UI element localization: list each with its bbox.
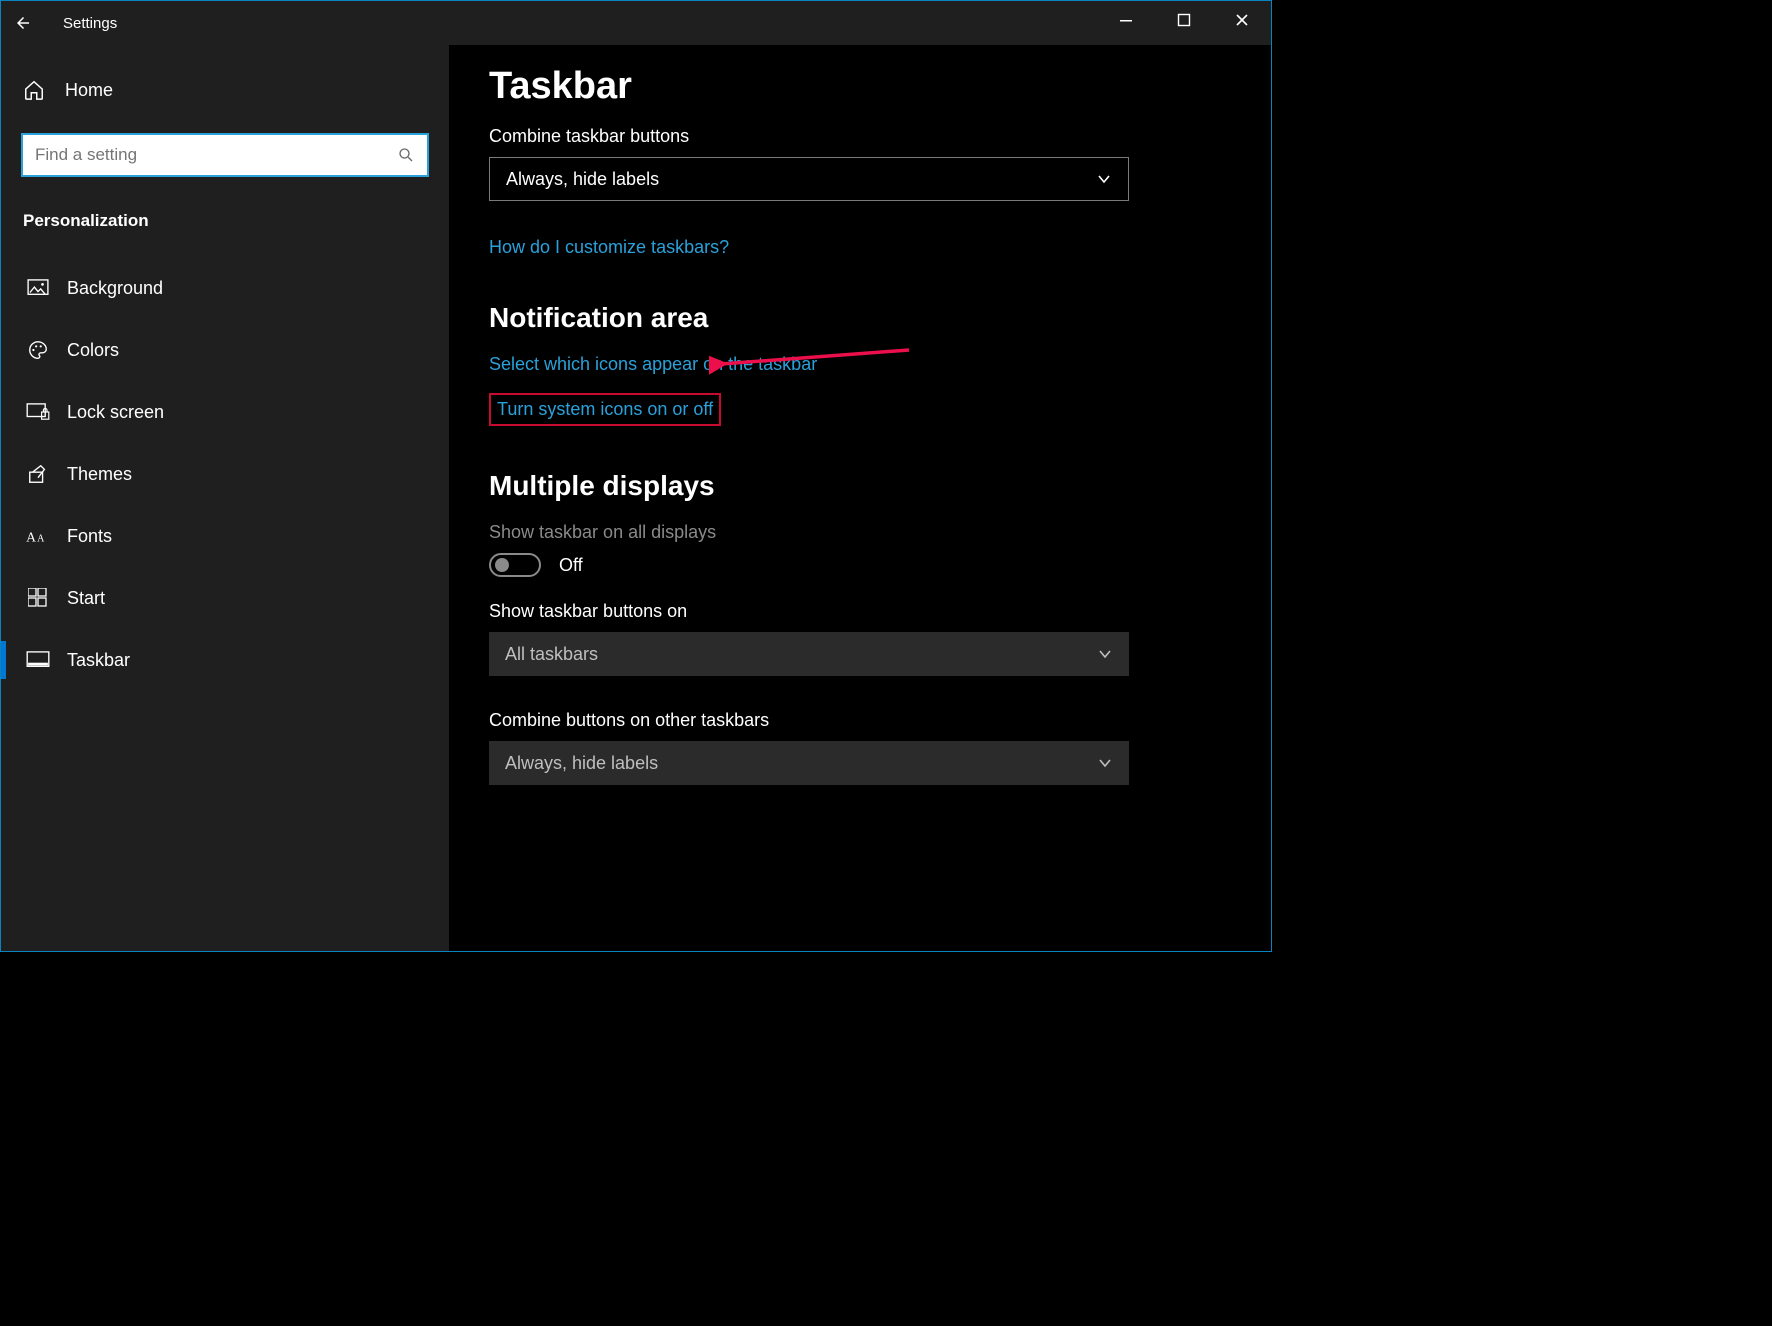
taskbar-icon xyxy=(23,651,53,669)
system-icons-link[interactable]: Turn system icons on or off xyxy=(497,399,713,420)
search-input-wrap[interactable] xyxy=(21,133,429,177)
show-all-state: Off xyxy=(559,555,583,576)
combine-other-dropdown[interactable]: Always, hide labels xyxy=(489,741,1129,785)
minimize-icon xyxy=(1119,13,1133,27)
sidebar-item-label: Start xyxy=(67,588,105,609)
combine-other-label: Combine buttons on other taskbars xyxy=(489,710,1231,731)
maximize-icon xyxy=(1177,13,1191,27)
show-all-label: Show taskbar on all displays xyxy=(489,522,1231,543)
content-area: Taskbar Combine taskbar buttons Always, … xyxy=(449,45,1271,951)
close-button[interactable] xyxy=(1213,1,1271,39)
sidebar-item-label: Fonts xyxy=(67,526,112,547)
close-icon xyxy=(1235,13,1249,27)
show-buttons-label: Show taskbar buttons on xyxy=(489,601,1231,622)
sidebar-item-label: Lock screen xyxy=(67,402,164,423)
help-link[interactable]: How do I customize taskbars? xyxy=(489,237,729,258)
start-icon xyxy=(23,588,53,608)
chevron-down-icon xyxy=(1097,646,1113,662)
back-button[interactable] xyxy=(1,1,45,45)
maximize-button[interactable] xyxy=(1155,1,1213,39)
chevron-down-icon xyxy=(1097,755,1113,771)
annotation-highlight: Turn system icons on or off xyxy=(489,393,721,426)
home-icon xyxy=(23,79,53,101)
sidebar-item-label: Taskbar xyxy=(67,650,130,671)
app-title: Settings xyxy=(63,15,117,32)
search-input[interactable] xyxy=(35,145,397,165)
combine-other-value: Always, hide labels xyxy=(505,753,658,774)
svg-text:A: A xyxy=(26,529,36,544)
show-all-toggle[interactable] xyxy=(489,553,541,577)
sidebar-item-colors[interactable]: Colors xyxy=(1,319,449,381)
sidebar-item-label: Background xyxy=(67,278,163,299)
svg-text:A: A xyxy=(37,533,45,544)
sidebar: Home Personalization Background Colors xyxy=(1,45,449,951)
select-icons-link[interactable]: Select which icons appear on the taskbar xyxy=(489,354,817,375)
combine-dropdown[interactable]: Always, hide labels xyxy=(489,157,1129,201)
show-buttons-value: All taskbars xyxy=(505,644,598,665)
combine-label: Combine taskbar buttons xyxy=(489,126,1231,147)
home-button[interactable]: Home xyxy=(1,69,449,111)
sidebar-item-themes[interactable]: Themes xyxy=(1,443,449,505)
sidebar-item-label: Themes xyxy=(67,464,132,485)
notification-heading: Notification area xyxy=(489,302,1231,334)
image-icon xyxy=(23,279,53,297)
sidebar-item-start[interactable]: Start xyxy=(1,567,449,629)
lock-screen-icon xyxy=(23,403,53,421)
combine-value: Always, hide labels xyxy=(506,169,659,190)
home-label: Home xyxy=(65,80,113,101)
show-buttons-dropdown[interactable]: All taskbars xyxy=(489,632,1129,676)
arrow-left-icon xyxy=(14,14,32,32)
titlebar: Settings xyxy=(1,1,1271,45)
palette-icon xyxy=(23,339,53,361)
chevron-down-icon xyxy=(1096,171,1112,187)
sidebar-item-label: Colors xyxy=(67,340,119,361)
themes-icon xyxy=(23,463,53,485)
sidebar-item-lock-screen[interactable]: Lock screen xyxy=(1,381,449,443)
sidebar-item-background[interactable]: Background xyxy=(1,257,449,319)
page-title: Taskbar xyxy=(489,65,1231,108)
search-icon xyxy=(397,146,415,164)
window-controls xyxy=(1097,1,1271,39)
sidebar-item-fonts[interactable]: AA Fonts xyxy=(1,505,449,567)
minimize-button[interactable] xyxy=(1097,1,1155,39)
multiple-displays-heading: Multiple displays xyxy=(489,470,1231,502)
fonts-icon: AA xyxy=(23,526,53,546)
sidebar-section-label: Personalization xyxy=(1,199,449,257)
sidebar-item-taskbar[interactable]: Taskbar xyxy=(1,629,449,691)
